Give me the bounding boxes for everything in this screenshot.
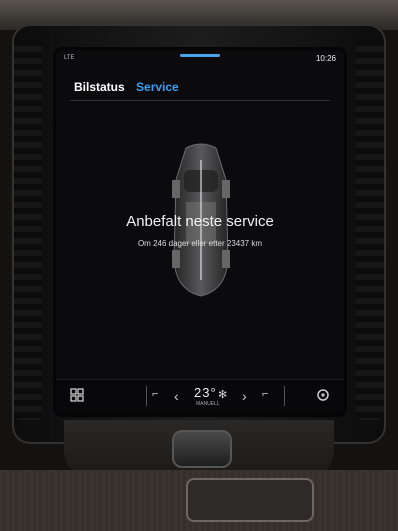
climate-mode: MANUELL [196,401,220,407]
infotainment-screen: LTE 10:26 Bilstatus Service Anbefalt nes… [56,50,344,414]
separator [284,386,285,406]
tab-bilstatus[interactable]: Bilstatus [74,80,125,94]
climate-bar: ⌐ ‹ 23° ✻ MANUELL › ⌐ [56,379,344,414]
tab-bar: Bilstatus Service [74,80,187,94]
fan-settings-icon[interactable] [316,388,330,405]
tab-service[interactable]: Service [136,80,179,94]
fan-icon[interactable]: ✻ [218,388,227,401]
pull-down-handle[interactable] [180,54,220,57]
grid-icon[interactable] [70,388,84,405]
tab-divider [70,100,330,101]
service-subtitle: Om 246 dager eller etter 23437 km [137,239,263,248]
network-status: LTE [64,55,75,61]
air-vent-left [14,40,42,420]
seat-icon[interactable]: ⌐ [262,388,268,400]
seat-heat-icon[interactable]: ⌐ [152,388,158,400]
chevron-right-icon[interactable]: › [242,388,247,404]
chevron-left-icon[interactable]: ‹ [174,388,179,404]
status-bar: LTE 10:26 [56,50,344,68]
air-vent-right [356,40,384,420]
temperature-display[interactable]: 23° [194,385,217,400]
service-title: Anbefalt neste service [126,213,274,230]
clock: 10:26 [315,54,336,63]
volume-knob[interactable] [172,430,232,468]
console-panel [186,478,314,522]
separator [146,386,147,406]
